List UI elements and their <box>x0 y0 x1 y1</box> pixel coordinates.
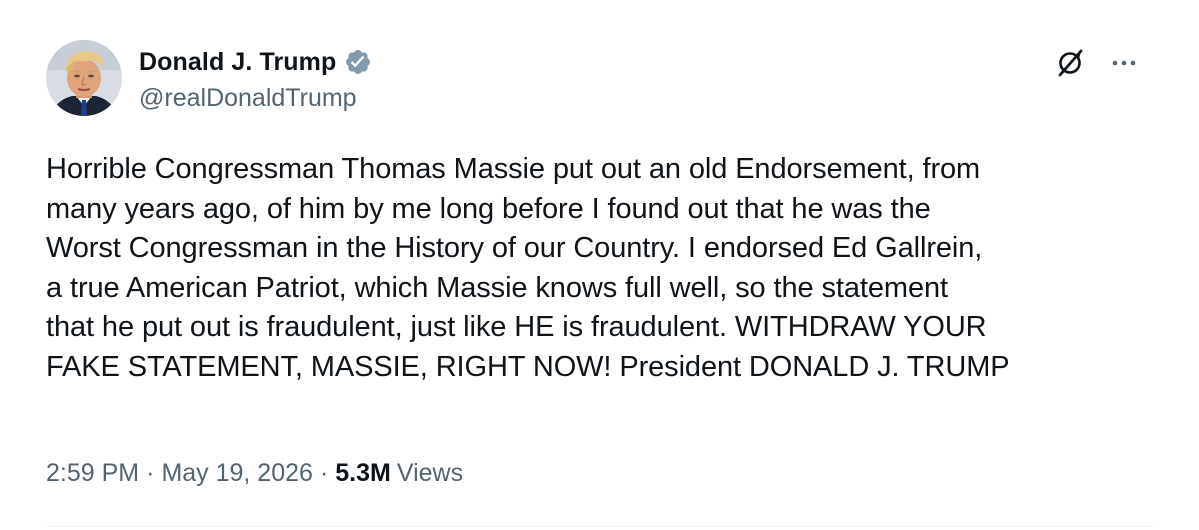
author-names: Donald J. Trump @realDonaldTrump <box>139 43 372 113</box>
post-card: Donald J. Trump @realDonaldTrump Horribl… <box>0 0 1199 530</box>
verified-badge-icon[interactable] <box>344 48 372 76</box>
post-header: Donald J. Trump @realDonaldTrump <box>46 40 372 120</box>
views-label[interactable]: Views <box>397 459 463 488</box>
profile-photo <box>46 40 122 116</box>
post-text: Horrible Congressman Thomas Massie put o… <box>46 153 1010 383</box>
post-date[interactable]: May 19, 2026 <box>161 459 313 488</box>
meta-separator: · <box>319 459 329 487</box>
meta-separator: · <box>146 459 155 487</box>
more-horizontal-icon[interactable] <box>1109 48 1139 78</box>
author-handle[interactable]: @realDonaldTrump <box>139 84 372 113</box>
grok-icon[interactable] <box>1053 46 1087 80</box>
avatar[interactable] <box>46 40 122 116</box>
name-row: Donald J. Trump <box>139 43 372 81</box>
author-display-name[interactable]: Donald J. Trump <box>139 48 336 77</box>
post-top-actions <box>1053 46 1139 80</box>
divider <box>46 526 1153 527</box>
post-meta: 2:59 PM · May 19, 2026 · 5.3M Views <box>46 459 463 488</box>
post-time[interactable]: 2:59 PM <box>46 459 139 488</box>
views-count[interactable]: 5.3M <box>335 459 391 488</box>
